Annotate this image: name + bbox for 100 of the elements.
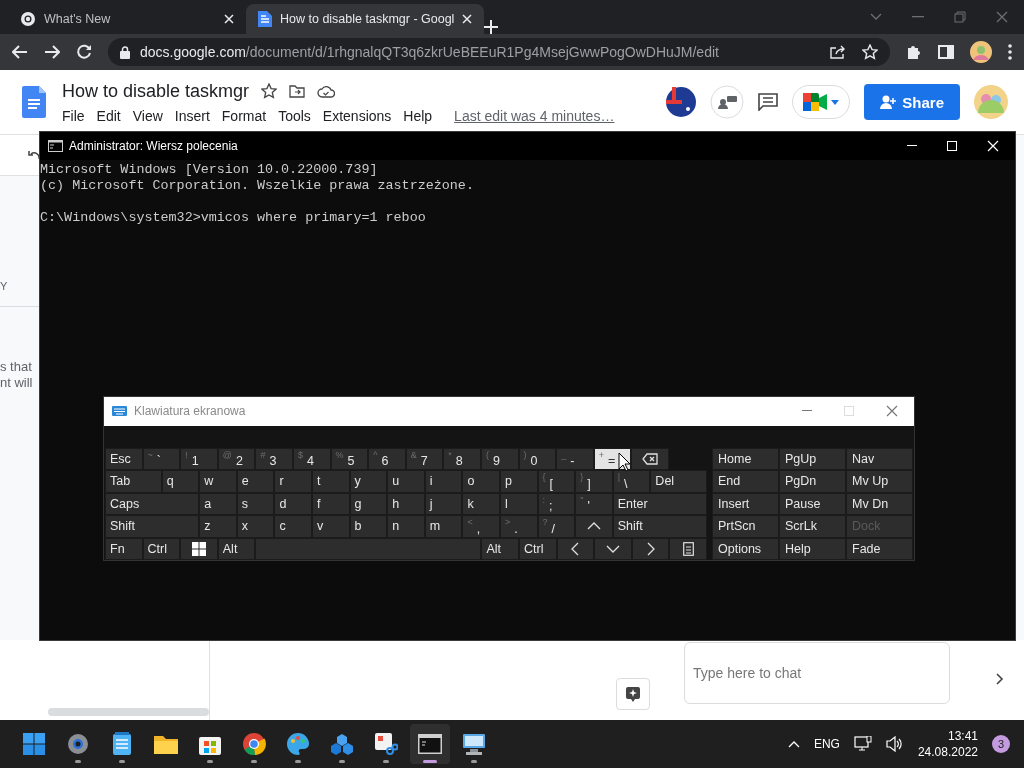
more-icon[interactable] — [1008, 44, 1012, 60]
keyboard-key[interactable]: PgDn — [779, 470, 846, 493]
keyboard-key[interactable]: m — [424, 515, 463, 538]
new-tab-icon[interactable] — [484, 20, 499, 34]
snipping-icon[interactable] — [374, 732, 398, 756]
keyboard-key[interactable]: # 3 — [255, 447, 293, 470]
keyboard-key[interactable]: Mv Dn — [846, 492, 913, 515]
keyboard-key[interactable]: Pause — [779, 492, 846, 515]
keyboard-key[interactable]: Home — [712, 447, 779, 470]
keyboard-key[interactable]: > . — [500, 515, 538, 538]
command-line[interactable]: C:\Windows\system32>vmicos where primary=1 reboo — [40, 210, 426, 226]
keyboard-key[interactable]: d — [274, 492, 312, 515]
keyboard-key[interactable]: x — [236, 515, 275, 538]
avatar[interactable] — [970, 41, 992, 63]
keyboard-key[interactable]: a — [199, 492, 237, 515]
keyboard-key[interactable]: ~ ` — [142, 447, 181, 470]
keyboard-key[interactable]: o — [462, 470, 500, 493]
undo-icon[interactable] — [28, 150, 40, 160]
reload-icon[interactable] — [76, 44, 92, 60]
keyboard-key[interactable]: q — [161, 470, 200, 493]
keyboard-key[interactable]: r — [274, 470, 312, 493]
keyboard-key[interactable]: } ] — [575, 470, 613, 493]
keyboard-key[interactable] — [180, 537, 218, 560]
volume-icon[interactable] — [885, 736, 904, 752]
scrollbar[interactable] — [48, 708, 209, 716]
keyboard-key[interactable]: Insert — [712, 492, 779, 515]
keyboard-key[interactable]: Mv Up — [846, 470, 913, 493]
flag-avatar[interactable] — [666, 87, 697, 117]
menu-item[interactable]: Tools — [278, 107, 311, 124]
chat-input[interactable]: Type here to chat — [684, 642, 950, 704]
keyboard-key[interactable]: i — [424, 470, 463, 493]
keyboard-key[interactable]: Tab — [105, 470, 162, 493]
keyboard-key[interactable]: ( 9 — [480, 447, 519, 470]
menu-item[interactable]: View — [132, 107, 163, 124]
docs-logo-icon[interactable] — [22, 86, 46, 118]
cloud-check-icon[interactable] — [317, 84, 336, 98]
clock-date[interactable]: 24.08.2022 — [917, 745, 978, 759]
cubes-icon[interactable] — [330, 732, 354, 756]
notification-badge[interactable]: 3 — [992, 735, 1010, 753]
chevron-right-icon[interactable] — [996, 673, 1004, 685]
keyboard-key[interactable]: End — [712, 470, 779, 493]
keyboard-key[interactable]: Nav — [846, 447, 913, 470]
keyboard-key[interactable]: Caps — [105, 492, 200, 515]
keyboard-key[interactable]: | \ — [612, 470, 651, 493]
keyboard-key[interactable]: ^ 6 — [368, 447, 406, 470]
network-icon[interactable] — [853, 736, 872, 752]
computer-icon[interactable] — [461, 732, 487, 756]
keyboard-key[interactable]: & 7 — [405, 447, 444, 470]
keyboard-key[interactable]: ? / — [537, 515, 576, 538]
share-button[interactable]: Share — [864, 84, 960, 120]
folder-icon[interactable] — [153, 733, 179, 755]
command-prompt-icon[interactable] — [418, 734, 442, 754]
menu-item[interactable]: Format — [221, 107, 267, 124]
keyboard-key[interactable]: ) 0 — [518, 447, 557, 470]
present-chat-icon[interactable] — [710, 85, 745, 119]
keyboard-key[interactable]: Ctrl — [519, 537, 557, 560]
keyboard-key[interactable]: n — [387, 515, 425, 538]
keyboard-key[interactable]: e — [236, 470, 275, 493]
keyboard-key[interactable]: f — [312, 492, 350, 515]
keyboard-key[interactable]: Fade — [846, 537, 913, 560]
keyboard-key[interactable]: { [ — [537, 470, 576, 493]
keyboard-key[interactable]: % 5 — [330, 447, 369, 470]
keyboard-key[interactable]: Shift — [105, 515, 200, 538]
keyboard-key[interactable]: Fn — [105, 537, 143, 560]
folder-move-icon[interactable] — [289, 84, 306, 98]
language-indicator[interactable]: ENG — [813, 737, 840, 751]
comment-icon[interactable] — [758, 93, 779, 111]
menu-item[interactable]: Help — [403, 107, 433, 124]
keyboard-key[interactable]: t — [312, 470, 350, 493]
puzzle-icon[interactable] — [906, 44, 922, 60]
meet-button[interactable] — [792, 85, 851, 119]
keyboard-key[interactable]: < , — [462, 515, 500, 538]
last-edit-link[interactable]: Last edit was 4 minutes… — [454, 107, 615, 124]
keyboard-key[interactable]: b — [349, 515, 388, 538]
notepad-icon[interactable] — [112, 732, 132, 756]
browser-tab[interactable]: What's New — [8, 4, 246, 34]
maximize-icon[interactable] — [947, 141, 957, 151]
keyboard-key[interactable]: Del — [650, 470, 707, 493]
clock-time[interactable]: 13:41 — [947, 729, 978, 743]
menu-item[interactable]: File — [62, 107, 85, 124]
keyboard-key[interactable]: PrtScn — [712, 515, 779, 538]
chrome-icon[interactable] — [242, 732, 266, 756]
palette-icon[interactable] — [286, 732, 310, 756]
address-bar[interactable]: docs.google.com/document/d/1rhgnalqQT3q6zkrUeBEEuR1Pg4MsejGwwPogOwDHuJM/edit — [108, 38, 890, 66]
keyboard-key[interactable]: Help — [779, 537, 846, 560]
keyboard-key[interactable]: p — [500, 470, 538, 493]
keyboard-key[interactable]: Alt — [481, 537, 520, 560]
keyboard-key[interactable]: Esc — [105, 447, 143, 470]
star-icon[interactable] — [261, 83, 278, 99]
keyboard-key[interactable]: v — [312, 515, 350, 538]
menu-item[interactable]: Edit — [96, 107, 121, 124]
chevron-down-icon[interactable] — [870, 13, 882, 21]
browser-tab[interactable]: How to disable taskmgr - Googl — [246, 4, 485, 34]
keyboard-key[interactable] — [669, 537, 707, 560]
keyboard-key[interactable]: _ - — [556, 447, 594, 470]
keyboard-key[interactable]: h — [387, 492, 425, 515]
side-panel-icon[interactable] — [938, 45, 954, 59]
minimize-icon[interactable] — [907, 145, 917, 147]
keyboard-key[interactable]: PgUp — [779, 447, 846, 470]
windows-start-icon[interactable] — [22, 732, 46, 756]
